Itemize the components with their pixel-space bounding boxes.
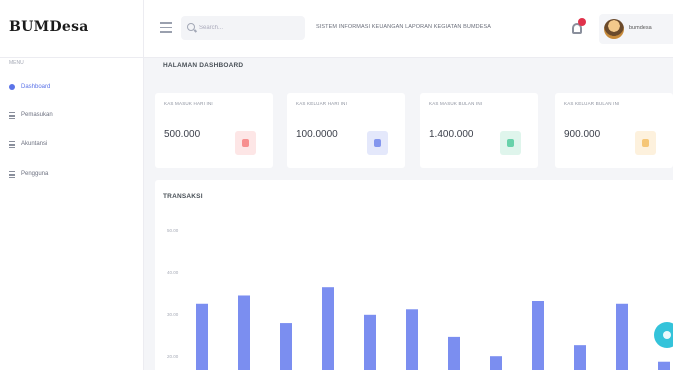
dashboard-icon: [9, 84, 15, 90]
sidebar: MENU Dashboard Pemasukan Akuntansi Pengg…: [0, 58, 144, 370]
search-input[interactable]: [199, 16, 299, 40]
sidebar-item-label: Akuntansi: [21, 141, 48, 147]
sidebar-item-pemasukan[interactable]: Pemasukan: [9, 109, 129, 123]
stat-label: KAS KELUAR BULAN INI: [564, 101, 620, 106]
stat-value: 1.400.000: [429, 129, 474, 140]
sidebar-item-pengguna[interactable]: Pengguna: [9, 168, 129, 182]
brand-logo[interactable]: BUMDesa: [9, 19, 89, 35]
stat-card-kas-keluar-hari: KAS KELUAR HARI INI 100.0000: [287, 93, 405, 168]
user-menu[interactable]: bumdesa: [599, 14, 673, 44]
chart-bar[interactable]: [574, 345, 586, 370]
chart-bar[interactable]: [532, 301, 544, 370]
stat-label: KAS MASUK BULAN INI: [429, 101, 483, 106]
chart-bar[interactable]: [322, 287, 334, 370]
akuntansi-icon: [9, 141, 15, 148]
chart-bar[interactable]: [448, 336, 460, 370]
pemasukan-icon: [9, 112, 15, 119]
transaction-chart-card: TRANSAKSI 50.00 40.00 30.00 20.00: [155, 180, 673, 370]
stat-card-kas-masuk-bulan: KAS MASUK BULAN INI 1.400.000: [420, 93, 538, 168]
y-tick-label: 30.00: [167, 312, 179, 317]
stat-label: KAS MASUK HARI INI: [164, 101, 213, 106]
chart-bar[interactable]: [196, 303, 208, 370]
y-tick-label: 50.00: [167, 228, 179, 233]
y-tick-label: 20.00: [167, 354, 179, 359]
chart-bar[interactable]: [280, 323, 292, 370]
stat-value: 500.000: [164, 129, 201, 140]
chart-bar[interactable]: [406, 309, 418, 370]
stat-badge-icon: [367, 131, 388, 155]
notification-dot: [578, 18, 586, 26]
transaction-bar-chart: 50.00 40.00 30.00 20.00: [167, 228, 670, 370]
pengguna-icon: [9, 171, 15, 178]
system-marquee-text: SISTEM INFORMASI KEUANGAN LAPORAN KEGIAT…: [316, 24, 492, 30]
sidebar-item-dashboard[interactable]: Dashboard: [9, 81, 129, 95]
y-tick-label: 40.00: [167, 270, 179, 275]
sidebar-item-label: Dashboard: [21, 84, 51, 90]
stat-value: 100.0000: [296, 129, 338, 140]
search-box[interactable]: [181, 16, 305, 40]
stat-card-kas-keluar-bulan: KAS KELUAR BULAN INI 900.000: [555, 93, 673, 168]
page-title: HALAMAN DASHBOARD: [163, 62, 244, 69]
sidebar-item-label: Pemasukan: [21, 112, 53, 118]
sidebar-item-label: Pengguna: [21, 171, 49, 177]
stat-badge-icon: [235, 131, 256, 155]
chart-bar[interactable]: [490, 356, 502, 370]
avatar: [604, 19, 624, 39]
stat-label: KAS KELUAR HARI INI: [296, 101, 348, 106]
chart-bar[interactable]: [616, 303, 628, 370]
stat-badge-icon: [500, 131, 521, 155]
stat-value: 900.000: [564, 129, 601, 140]
top-bar: BUMDesa SISTEM INFORMASI KEUANGAN LAPORA…: [0, 0, 673, 58]
search-icon: [187, 23, 195, 31]
brand-area: BUMDesa: [0, 0, 144, 58]
chart-bar[interactable]: [238, 295, 250, 370]
chart-bar[interactable]: [364, 314, 376, 370]
sidebar-item-akuntansi[interactable]: Akuntansi: [9, 138, 129, 152]
notification-bell-icon[interactable]: [570, 17, 586, 37]
stat-badge-icon: [635, 131, 656, 155]
stat-card-kas-masuk-hari: KAS MASUK HARI INI 500.000: [155, 93, 273, 168]
user-name: bumdesa: [629, 25, 652, 31]
chart-bar[interactable]: [658, 361, 670, 370]
menu-header: MENU: [9, 60, 24, 66]
hamburger-menu-icon[interactable]: [160, 22, 172, 34]
chat-fab-button[interactable]: [654, 322, 673, 348]
